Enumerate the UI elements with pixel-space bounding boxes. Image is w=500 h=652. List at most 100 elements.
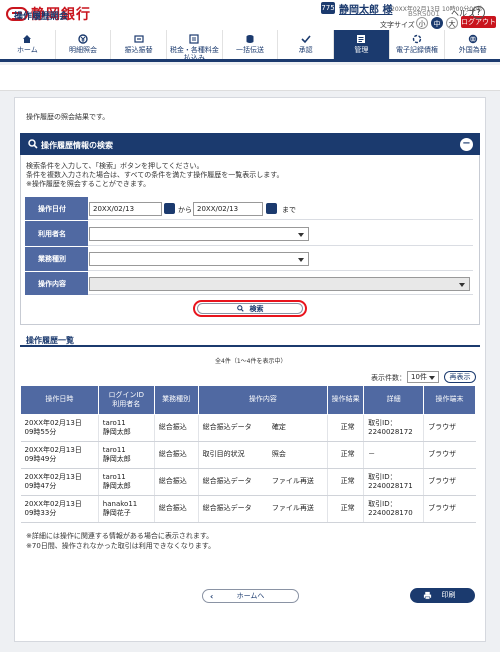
nav-item-erecord[interactable]: 電子記録債権 — [390, 30, 446, 59]
note-line: ※詳細には操作に関連する情報がある場合に表示されます。 — [26, 532, 214, 540]
operation-detail-cell-text: ファイル再送 — [271, 504, 314, 512]
user-name[interactable]: 静岡太郎 様 — [339, 1, 392, 16]
content-label: 操作内容 — [25, 272, 88, 295]
content-select[interactable] — [89, 277, 470, 291]
calendar-icon[interactable] — [266, 203, 277, 214]
detail-cell: － — [363, 441, 424, 469]
nav-label: 外国為替 — [458, 46, 487, 54]
nav-item-statement[interactable]: 明細照会 — [56, 30, 112, 59]
admin-icon — [356, 34, 366, 44]
user-select[interactable] — [89, 227, 309, 241]
operation-detail-cell-text: 照会 — [271, 450, 286, 458]
nav-label: 税金・各種料金払込み — [169, 46, 219, 62]
nav-item-admin[interactable]: 管理 — [334, 30, 390, 59]
batch-icon — [245, 34, 255, 44]
redisplay-button[interactable]: 再表示 — [444, 371, 476, 383]
table-row: 20XX年02月13日 09時49分 taro11 静岡太郎 総合振込 取引目的状況 照会正… — [20, 441, 476, 469]
login-id-cell: hanako11 静岡花子 — [97, 495, 155, 523]
result-cell: 正常 — [327, 414, 364, 442]
nav-item-batch[interactable]: 一括伝送 — [223, 30, 279, 59]
business-type-cell-text: 総合振込 — [158, 504, 187, 512]
result-cell-text: 正常 — [340, 504, 355, 512]
login-id-cell-text: hanako11 — [102, 499, 138, 508]
transfer-icon — [134, 34, 144, 44]
search-desc-line: 検索条件を入力して、「検索」ボタンを押してください。 — [26, 162, 204, 170]
login-id-cell-text: 静岡花子 — [102, 508, 131, 517]
date-label: 操作日付 — [25, 197, 88, 220]
help-icon[interactable]: ? — [472, 6, 485, 19]
nav-label: ホーム — [16, 46, 38, 54]
nav-label: 振込振替 — [124, 46, 153, 54]
business-type-cell: 総合振込 — [153, 495, 199, 523]
search-desc-line: 条件を複数入力された場合は、すべての条件を満たす操作履歴を一覧表示します。 — [26, 171, 284, 179]
font-size-medium-button[interactable]: 中 — [431, 17, 443, 29]
chevron-left-icon: ‹ — [210, 592, 214, 601]
search-button-label: 検索 — [249, 305, 264, 313]
col-header: 操作端末 — [423, 386, 476, 415]
detail-cell-text: 2240028172 — [368, 427, 413, 436]
home-button[interactable]: ホームへ — [202, 589, 299, 603]
detail-cell: 取引ID： 2240028172 — [363, 414, 424, 442]
calendar-icon[interactable] — [164, 203, 175, 214]
date-to-input[interactable]: 20XX/02/13 — [193, 202, 263, 216]
col-header[interactable]: 業務種別 — [153, 386, 199, 415]
page-title: 操作履歴照会 — [14, 12, 69, 22]
terminal-cell-text: ブラウザ — [428, 504, 457, 512]
display-count-select[interactable]: 10件 — [407, 371, 439, 383]
login-id-cell: taro11 静岡太郎 — [97, 414, 155, 442]
col-header[interactable]: 操作日時 — [20, 386, 99, 415]
nav-item-tax[interactable]: 税金・各種料金払込み — [167, 30, 223, 62]
datetime-cell-text: 09時33分 — [24, 508, 57, 517]
approval-icon — [301, 34, 311, 44]
col-header[interactable]: 操作結果 — [327, 386, 365, 415]
datetime-cell: 20XX年02月13日 09時55分 — [20, 414, 99, 442]
operation-cell: 総合振込データ — [197, 495, 268, 523]
nav-item-forex[interactable]: 外国為替 — [445, 30, 500, 59]
datetime-cell-text: 20XX年02月13日 — [24, 445, 82, 454]
result-cell: 正常 — [327, 468, 364, 496]
datetime-cell-text: 09時49分 — [24, 454, 57, 463]
table-row: 20XX年02月13日 09時55分 taro11 静岡太郎 総合振込 総合振込データ 確定… — [20, 414, 476, 442]
type-select[interactable] — [89, 252, 309, 266]
terminal-cell: ブラウザ — [423, 414, 476, 442]
operation-cell-text: 取引目的状況 — [202, 450, 245, 458]
nav-item-home[interactable]: ホーム — [0, 30, 56, 59]
note-line: ※70日間、操作されなかった取引は利用できなくなります。 — [26, 542, 216, 550]
nav-label: 管理 — [354, 46, 369, 54]
search-panel-title: 操作履歴情報の検索 — [41, 141, 113, 150]
font-size-small-button[interactable]: 小 — [416, 17, 428, 29]
detail-cell-text: 取引ID： — [368, 472, 397, 481]
terminal-cell-text: ブラウザ — [428, 450, 457, 458]
login-id-cell: taro11 静岡太郎 — [97, 468, 155, 496]
business-type-cell: 総合振込 — [153, 414, 199, 442]
search-button[interactable]: 検索 — [197, 303, 303, 314]
forex-icon — [468, 34, 478, 44]
date-from-input[interactable]: 20XX/02/13 — [89, 202, 162, 216]
nav-label: 承認 — [298, 46, 313, 54]
dropdown-arrow-icon — [429, 376, 435, 380]
terminal-cell-text: ブラウザ — [428, 423, 457, 431]
col-header[interactable]: ログインID 利用者名 — [97, 386, 155, 415]
business-type-cell-text: 総合振込 — [158, 423, 187, 431]
search-desc-line: ※操作履歴を照会することができます。 — [26, 180, 151, 188]
login-id-cell-text: 静岡太郎 — [102, 427, 131, 436]
nav-item-transfer[interactable]: 振込振替 — [111, 30, 168, 59]
col-header[interactable]: 操作内容 — [197, 386, 329, 415]
result-cell-text: 正常 — [340, 477, 355, 485]
nav-item-approval[interactable]: 承認 — [278, 30, 335, 59]
business-type-cell: 総合振込 — [153, 441, 199, 469]
search-icon — [236, 305, 244, 312]
print-button[interactable]: 印刷 — [410, 588, 475, 603]
user-badge-icon: 775 — [321, 2, 335, 14]
operation-cell-text: 総合振込データ — [202, 504, 252, 512]
result-cell-text: 正常 — [340, 450, 355, 458]
datetime-cell-text: 09時47分 — [24, 481, 57, 490]
operation-detail-cell: 照会 — [267, 441, 328, 469]
datetime-cell-text: 09時55分 — [24, 427, 57, 436]
intro-text: 操作履歴の照会結果です。 — [26, 113, 110, 121]
collapse-icon[interactable]: − — [460, 138, 473, 151]
datetime-cell: 20XX年02月13日 09時49分 — [20, 441, 99, 469]
terminal-cell-text: ブラウザ — [428, 477, 457, 485]
login-id-cell-text: 静岡太郎 — [102, 481, 131, 490]
detail-cell-text: 取引ID： — [368, 418, 397, 427]
